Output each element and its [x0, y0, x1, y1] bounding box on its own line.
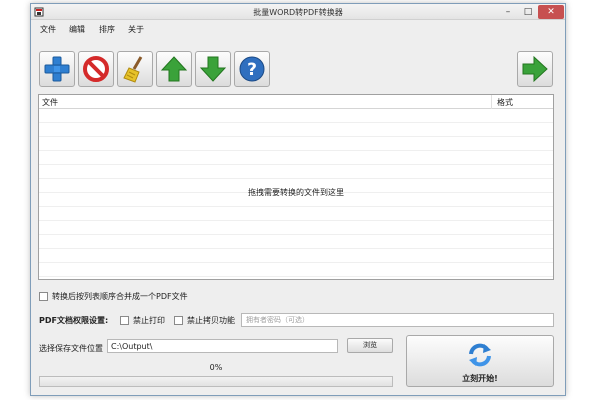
move-up-button[interactable] [156, 51, 192, 87]
drop-hint: 拖拽需要转换的文件到这里 [248, 188, 344, 197]
clear-list-button[interactable] [117, 51, 153, 87]
refresh-icon [469, 343, 491, 367]
save-path-input[interactable] [107, 339, 338, 353]
no-print-option[interactable]: 禁止打印 [120, 315, 165, 326]
add-icon [44, 56, 70, 82]
window-title: 批量WORD转PDF转换器 [253, 8, 343, 17]
start-now-label: 立刻开始! [462, 374, 498, 383]
svg-text:?: ? [247, 60, 257, 80]
menu-edit[interactable]: 编辑 [69, 24, 85, 35]
help-button[interactable]: ? [234, 51, 270, 87]
no-print-label: 禁止打印 [133, 316, 165, 325]
move-down-button[interactable] [195, 51, 231, 87]
move-up-icon [160, 56, 188, 82]
close-button[interactable]: ✕ [538, 5, 564, 19]
file-list[interactable]: 文件 格式 拖拽需要转换的文件到这里 [38, 94, 554, 280]
no-print-checkbox[interactable] [120, 316, 129, 325]
column-header-file[interactable]: 文件 [42, 97, 58, 108]
start-now-button[interactable]: 立刻开始! [406, 335, 554, 387]
minimize-button[interactable]: – [499, 5, 517, 19]
move-down-icon [199, 56, 227, 82]
progress-bar [39, 376, 393, 387]
remove-icon [83, 56, 109, 82]
app-window: 批量WORD转PDF转换器 – □ ✕ 文件 编辑 排序 关于 ? 文件 格式 … [30, 3, 566, 396]
permissions-label: PDF文档权限设置: [39, 316, 109, 325]
merge-checkbox-label: 转换后按列表顺序合并成一个PDF文件 [52, 292, 188, 301]
clear-broom-icon [123, 56, 143, 83]
browse-button[interactable]: 浏览 [347, 338, 393, 353]
no-copy-option[interactable]: 禁止拷贝功能 [174, 315, 235, 326]
menu-sort[interactable]: 排序 [99, 24, 115, 35]
file-list-header: 文件 格式 [39, 95, 553, 109]
start-arrow-icon [522, 55, 548, 83]
add-file-button[interactable] [39, 51, 75, 87]
progress-percent: 0% [209, 363, 223, 372]
menu-bar: 文件 编辑 排序 关于 [31, 22, 565, 36]
no-copy-checkbox[interactable] [174, 316, 183, 325]
column-header-format[interactable]: 格式 [497, 97, 513, 108]
merge-option[interactable]: 转换后按列表顺序合并成一个PDF文件 [39, 291, 188, 302]
menu-file[interactable]: 文件 [40, 24, 56, 35]
title-bar[interactable]: 批量WORD转PDF转换器 – □ ✕ [31, 4, 565, 20]
save-location-label: 选择保存文件位置 [39, 344, 103, 353]
convert-start-button[interactable] [517, 51, 553, 87]
menu-about[interactable]: 关于 [128, 24, 144, 35]
maximize-button[interactable]: □ [519, 5, 537, 19]
column-divider [491, 95, 492, 109]
help-icon: ? [239, 56, 265, 82]
owner-password-input[interactable] [241, 313, 554, 327]
merge-checkbox[interactable] [39, 292, 48, 301]
no-copy-label: 禁止拷贝功能 [187, 316, 235, 325]
remove-file-button[interactable] [78, 51, 114, 87]
